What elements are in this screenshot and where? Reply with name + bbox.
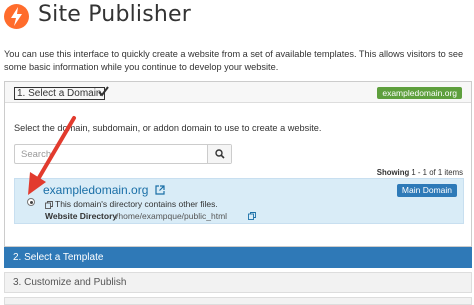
domain-instructions: Select the domain, subdomain, or addon d…: [14, 123, 322, 133]
pagination-summary: Showing 1 - 1 of 1 items: [377, 168, 463, 177]
checkmark-icon: [98, 86, 109, 97]
website-directory-label: Website Directory: [45, 211, 118, 221]
step2-header[interactable]: 2. Select a Template: [4, 247, 472, 268]
search-icon: [215, 149, 225, 159]
showing-range: 1 - 1 of 1 items: [411, 168, 463, 177]
website-directory-path: /home/exampque/public_html: [116, 211, 228, 221]
intro-text: You can use this interface to quickly cr…: [4, 49, 464, 72]
search-button[interactable]: [207, 145, 231, 163]
external-link-icon[interactable]: [155, 185, 165, 195]
page-title: Site Publisher: [38, 2, 192, 27]
directory-note: This domain's directory contains other f…: [55, 199, 218, 209]
step4-header: [4, 297, 472, 305]
cpanel-bolt-icon: [4, 4, 29, 29]
selected-domain-badge: exampledomain.org: [377, 87, 462, 99]
domain-radio[interactable]: [27, 198, 35, 206]
search-input[interactable]: [15, 145, 207, 163]
step1-header[interactable]: 1. Select a Domain exampledomain.org: [5, 82, 471, 103]
page-header: Site Publisher: [0, 0, 474, 40]
files-icon: [45, 201, 53, 209]
domain-link[interactable]: exampledomain.org: [43, 183, 148, 197]
step1-label[interactable]: 1. Select a Domain: [14, 87, 105, 100]
main-domain-badge: Main Domain: [396, 184, 457, 197]
step3-header[interactable]: 3. Customize and Publish: [4, 272, 472, 293]
copy-icon[interactable]: [248, 212, 256, 220]
domain-row[interactable]: exampledomain.org Main Domain This domai…: [14, 178, 464, 224]
search-box: [14, 144, 232, 164]
showing-prefix: Showing: [376, 168, 410, 177]
step1-panel: 1. Select a Domain exampledomain.org Sel…: [4, 81, 472, 247]
